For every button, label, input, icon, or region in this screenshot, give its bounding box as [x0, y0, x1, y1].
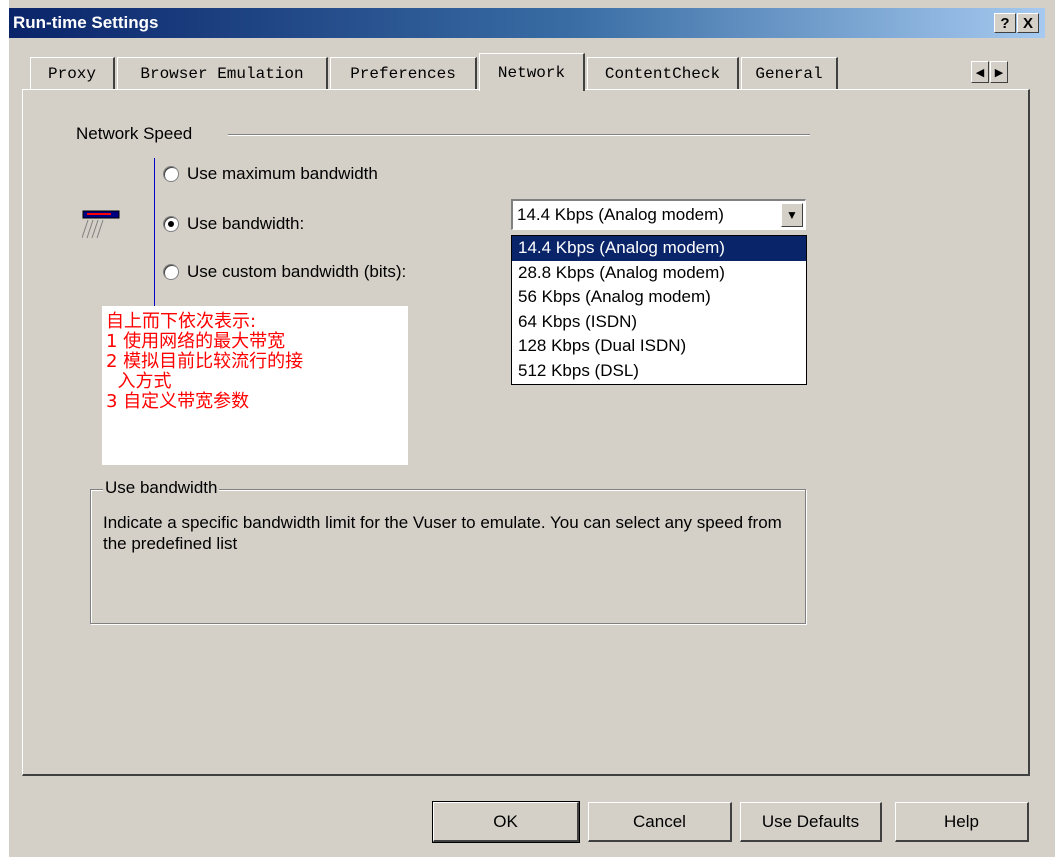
radio-custom-bandwidth-indicator[interactable] [163, 264, 179, 280]
dropdown-option[interactable]: 512 Kbps (DSL) [512, 359, 806, 384]
title-bar[interactable]: Run-time Settings ? X [9, 8, 1045, 38]
annotation-line: 3 自定义带宽参数 [106, 391, 250, 412]
annotation-line: 1 使用网络的最大带宽 [106, 331, 286, 352]
description-text: Indicate a specific bandwidth limit for … [103, 513, 782, 553]
group-divider [228, 134, 810, 136]
bandwidth-combobox-value: 14.4 Kbps (Analog modem) [517, 205, 724, 224]
help-titlebar-button[interactable]: ? [994, 13, 1016, 33]
radio-use-bandwidth-label: Use bandwidth: [187, 214, 305, 233]
radio-use-bandwidth-indicator[interactable] [163, 216, 179, 232]
ok-button[interactable]: OK [432, 801, 580, 843]
radio-use-bandwidth[interactable]: Use bandwidth: [163, 214, 304, 234]
description-group: Use bandwidth Indicate a specific bandwi… [90, 478, 806, 624]
tab-browser-emulation[interactable]: Browser Emulation [117, 57, 328, 89]
window-title: Run-time Settings [13, 13, 159, 32]
dropdown-option[interactable]: 64 Kbps (ISDN) [512, 310, 806, 335]
radio-max-bandwidth[interactable]: Use maximum bandwidth [163, 164, 378, 184]
radio-max-bandwidth-label: Use maximum bandwidth [187, 164, 378, 183]
dropdown-option[interactable]: 28.8 Kbps (Analog modem) [512, 261, 806, 286]
network-speed-group-label: Network Speed [76, 124, 193, 143]
tab-network[interactable]: Network [479, 53, 585, 91]
use-defaults-button[interactable]: Use Defaults [740, 802, 882, 842]
radio-max-bandwidth-indicator[interactable] [163, 166, 179, 182]
cancel-button[interactable]: Cancel [588, 802, 732, 842]
help-button[interactable]: Help [895, 802, 1029, 842]
window-edge [0, 0, 9, 857]
annotation-line: 入方式 [106, 371, 172, 392]
radio-custom-bandwidth-label: Use custom bandwidth (bits): [187, 262, 407, 281]
tab-scroll-right-icon[interactable]: ▶ [990, 61, 1008, 83]
bandwidth-combobox[interactable]: 14.4 Kbps (Analog modem) ▼ [511, 199, 806, 230]
tab-proxy[interactable]: Proxy [30, 57, 115, 89]
annotation-note: 自上而下依次表示: 1 使用网络的最大带宽 2 模拟目前比较流行的接 入方式 3… [102, 306, 408, 465]
tab-general[interactable]: General [741, 57, 838, 89]
chevron-down-icon[interactable]: ▼ [781, 203, 803, 227]
modem-icon [82, 210, 120, 239]
annotation-line: 2 模拟目前比较流行的接 [106, 351, 304, 372]
dropdown-option[interactable]: 128 Kbps (Dual ISDN) [512, 334, 806, 359]
annotation-line: 自上而下依次表示: [106, 311, 257, 332]
radio-group-bracket [154, 158, 155, 306]
tab-preferences[interactable]: Preferences [330, 57, 477, 89]
dropdown-option[interactable]: 14.4 Kbps (Analog modem) [512, 236, 806, 261]
description-group-label: Use bandwidth [103, 478, 220, 498]
radio-custom-bandwidth[interactable]: Use custom bandwidth (bits): [163, 262, 406, 282]
tab-contentcheck[interactable]: ContentCheck [587, 57, 739, 89]
tab-scroll-left-icon[interactable]: ◀ [971, 61, 989, 83]
bandwidth-dropdown-list[interactable]: 14.4 Kbps (Analog modem) 28.8 Kbps (Anal… [511, 235, 807, 385]
dropdown-option[interactable]: 56 Kbps (Analog modem) [512, 285, 806, 310]
close-titlebar-button[interactable]: X [1017, 13, 1039, 33]
